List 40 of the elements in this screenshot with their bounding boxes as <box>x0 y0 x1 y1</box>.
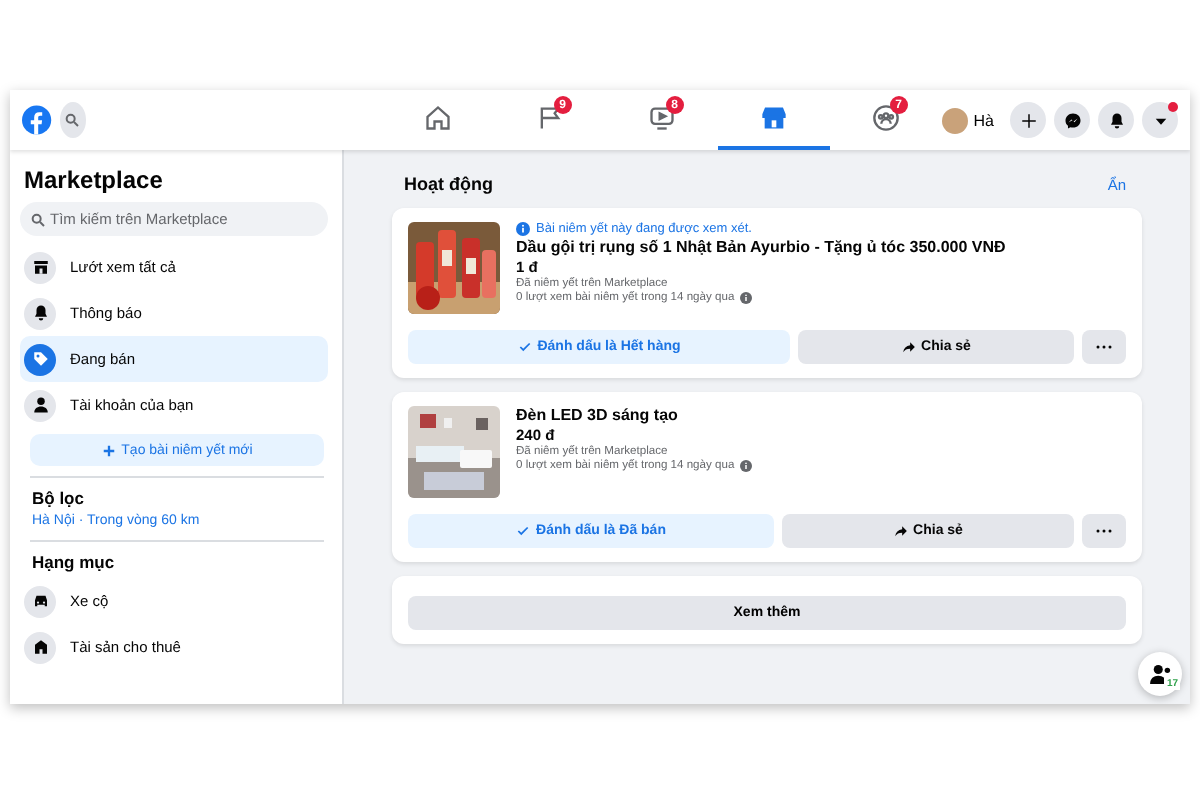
profile-button[interactable]: Hà <box>941 107 994 133</box>
messenger-icon <box>1063 111 1081 129</box>
more-icon <box>1096 528 1112 534</box>
groups-icon <box>871 104 900 132</box>
messenger-button[interactable] <box>1054 102 1090 138</box>
listing-title: Dầu gội trị rụng số 1 Nhật Bản Ayurbio - Tặng ủ tóc 350.000 VNĐ <box>516 238 1006 256</box>
search-button[interactable] <box>59 102 86 138</box>
listing-title: Đèn LED 3D sáng tạo <box>516 406 680 424</box>
info-icon <box>516 222 530 236</box>
share-icon <box>893 524 908 538</box>
notification-dot <box>1168 102 1178 112</box>
info-icon <box>740 292 753 304</box>
person-icon <box>31 396 49 414</box>
bell-icon <box>1107 111 1125 129</box>
section-heading: Bộ lọc <box>32 488 86 508</box>
section-title: Hoạt động <box>404 174 493 194</box>
house-icon <box>31 638 49 656</box>
plus-icon <box>1019 111 1037 129</box>
search-icon <box>64 112 81 128</box>
car-icon <box>31 592 49 610</box>
check-icon <box>517 340 532 354</box>
share-icon <box>901 340 916 354</box>
section-heading: Hạng mục <box>32 552 117 572</box>
store-icon <box>31 258 49 276</box>
info-icon <box>740 460 753 472</box>
logo-icon[interactable] <box>22 100 52 140</box>
sidebar-title: Marketplace <box>24 166 165 194</box>
bell-icon <box>31 304 49 322</box>
more-icon <box>1096 344 1112 350</box>
plus-button[interactable] <box>1010 102 1046 138</box>
caret-button[interactable] <box>1142 102 1178 138</box>
plus-icon <box>101 443 116 457</box>
store-icon <box>759 104 788 132</box>
check-icon <box>516 524 531 538</box>
home-icon <box>423 104 452 132</box>
people-icon <box>1149 664 1171 684</box>
bell-button[interactable] <box>1098 102 1134 138</box>
tag-icon <box>31 350 49 368</box>
search-icon <box>30 211 46 227</box>
avatar <box>941 107 968 133</box>
